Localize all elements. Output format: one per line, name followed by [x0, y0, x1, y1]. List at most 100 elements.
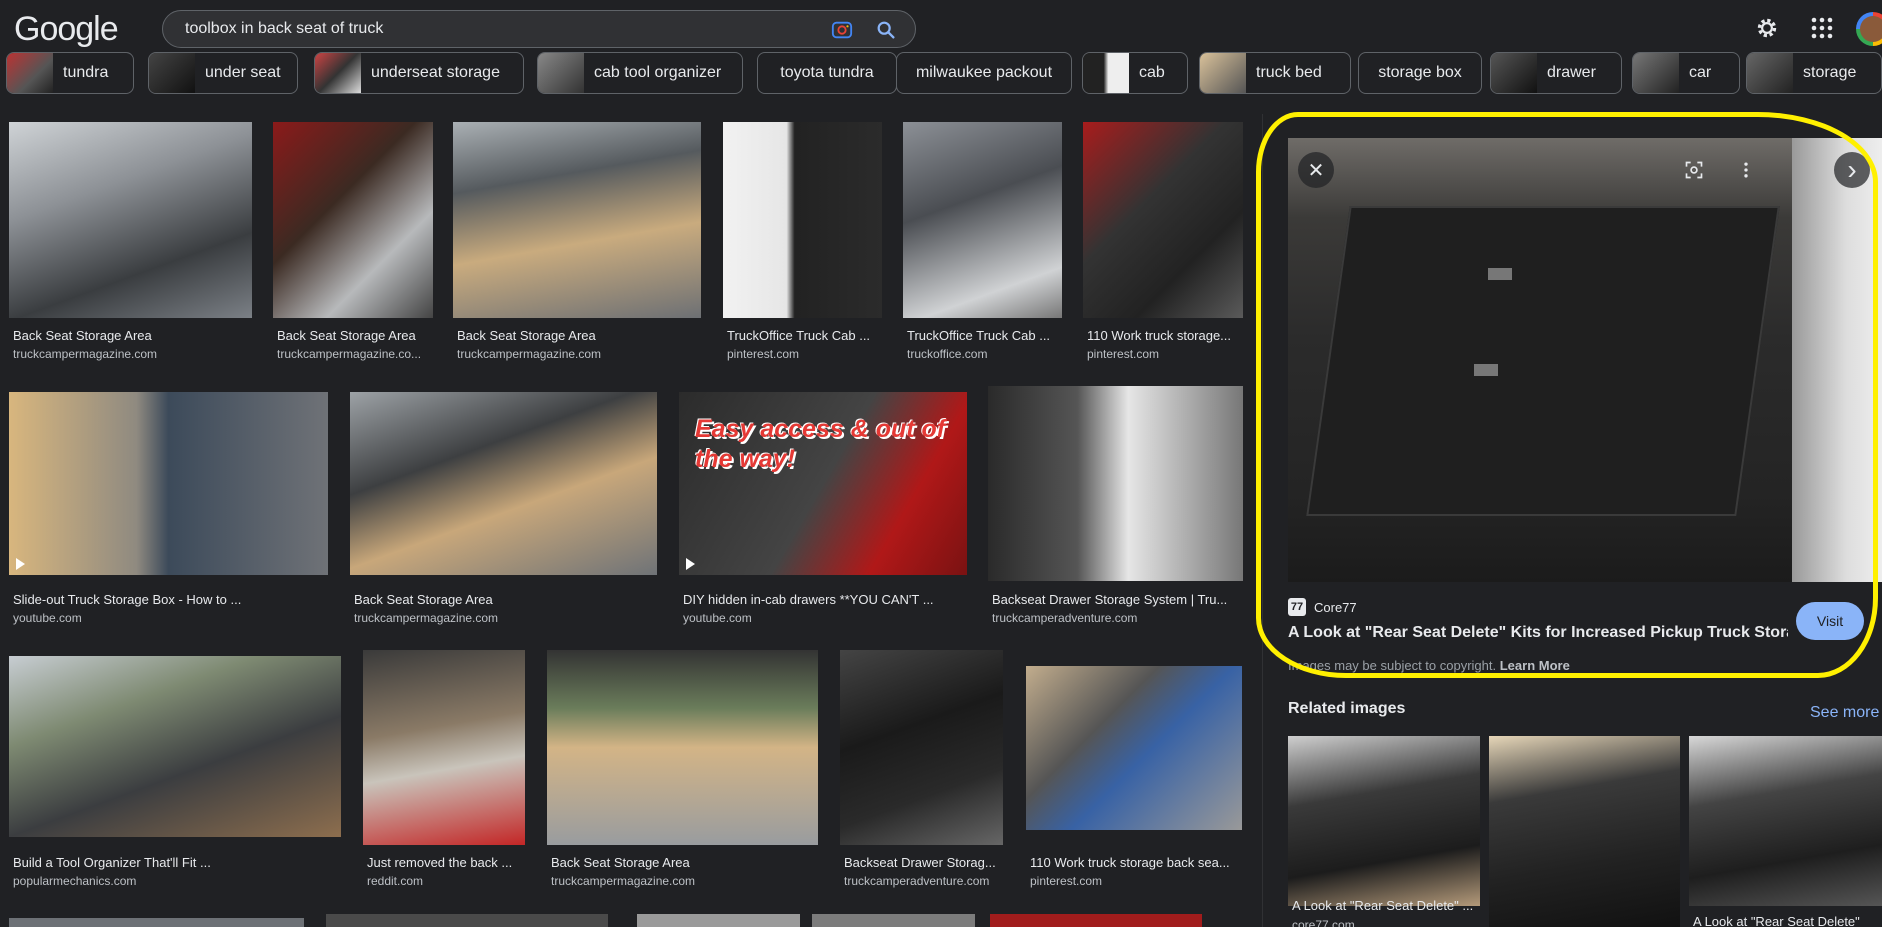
chip-drawer[interactable]: drawer [1490, 52, 1622, 94]
result-source[interactable]: reddit.com [367, 874, 525, 888]
next-image-button[interactable]: › [1834, 152, 1870, 188]
camera-lens-icon[interactable] [831, 19, 853, 41]
result-thumbnail[interactable] [988, 386, 1243, 581]
result-thumbnail[interactable] [363, 650, 525, 845]
related-image-source[interactable]: core77.com [1292, 918, 1355, 927]
chip-thumbnail [538, 53, 584, 93]
result-title[interactable]: Backseat Drawer Storag... [844, 855, 1003, 870]
result-source[interactable]: truckoffice.com [907, 347, 1062, 361]
result-title[interactable]: Backseat Drawer Storage System | Tru... [992, 592, 1243, 607]
search-box[interactable]: toolbox in back seat of truck [162, 10, 916, 48]
result-thumbnail[interactable] [9, 392, 328, 575]
result-title[interactable]: Slide-out Truck Storage Box - How to ... [13, 592, 328, 607]
chip-thumbnail [7, 53, 53, 93]
related-image[interactable] [1489, 736, 1680, 927]
apps-grid-icon[interactable] [1810, 16, 1834, 40]
result-thumbnail[interactable]: Easy access & out of the way! [679, 392, 967, 575]
avatar[interactable] [1856, 12, 1882, 46]
result-source[interactable]: truckcampermagazine.co... [277, 347, 437, 361]
result-title[interactable]: TruckOffice Truck Cab ... [907, 328, 1062, 343]
result-thumbnail[interactable] [9, 656, 341, 837]
chip-label: toyota tundra [780, 64, 874, 81]
result-thumbnail[interactable] [723, 122, 882, 318]
result-title[interactable]: Back Seat Storage Area [277, 328, 437, 343]
learn-more-link[interactable]: Learn More [1500, 658, 1570, 673]
result-thumbnail[interactable] [990, 914, 1202, 927]
result-thumbnail[interactable] [326, 914, 608, 927]
preview-image[interactable] [1288, 138, 1882, 582]
result-thumbnail[interactable] [9, 918, 304, 927]
result-title[interactable]: Just removed the back ... [367, 855, 525, 870]
result-source[interactable]: truckcampermagazine.com [551, 874, 818, 888]
search-input[interactable]: toolbox in back seat of truck [185, 20, 383, 38]
result-thumbnail[interactable] [1026, 666, 1242, 830]
result-thumbnail[interactable] [840, 650, 1003, 845]
result-thumbnail[interactable] [1083, 122, 1243, 318]
result-source[interactable]: truckcampermagazine.com [354, 611, 654, 625]
result-source[interactable]: truckcampermagazine.com [13, 347, 253, 361]
result-title[interactable]: Back Seat Storage Area [354, 592, 654, 607]
result-source[interactable]: truckcampermagazine.com [457, 347, 697, 361]
result-title[interactable]: 110 Work truck storage back sea... [1030, 855, 1242, 870]
result-title[interactable]: TruckOffice Truck Cab ... [727, 328, 882, 343]
result-thumbnail[interactable] [812, 914, 975, 927]
result-thumbnail[interactable] [273, 122, 433, 318]
result-title[interactable]: DIY hidden in-cab drawers **YOU CAN'T ..… [683, 592, 967, 607]
related-image-title[interactable]: A Look at "Rear Seat Delete" [1693, 914, 1882, 927]
result-thumbnail[interactable] [547, 650, 818, 845]
chip-label: underseat storage [371, 64, 500, 81]
chip-tundra[interactable]: tundra [6, 52, 134, 94]
result-thumbnail[interactable] [9, 122, 252, 318]
chip-label: car [1689, 64, 1712, 81]
see-more-link[interactable]: See more [1810, 704, 1879, 722]
chip-thumbnail [1633, 53, 1679, 93]
result-source[interactable]: truckcamperadventure.com [992, 611, 1243, 625]
chip-underseat-storage[interactable]: underseat storage [314, 52, 524, 94]
chip-truck-bed[interactable]: truck bed [1199, 52, 1351, 94]
chip-cab-tool-organizer[interactable]: cab tool organizer [537, 52, 743, 94]
result-thumbnail[interactable] [903, 122, 1062, 318]
chip-label: tundra [63, 64, 109, 81]
chip-toyota-tundra[interactable]: toyota tundra [757, 52, 897, 94]
result-title[interactable]: Build a Tool Organizer That'll Fit ... [13, 855, 341, 870]
google-logo[interactable]: Google [14, 10, 119, 49]
related-image[interactable] [1288, 736, 1480, 906]
result-source[interactable]: pinterest.com [1087, 347, 1243, 361]
chip-milwaukee-packout[interactable]: milwaukee packout [896, 52, 1072, 94]
chip-car[interactable]: car [1632, 52, 1740, 94]
result-source[interactable]: youtube.com [683, 611, 967, 625]
result-title[interactable]: Back Seat Storage Area [551, 855, 818, 870]
result-title[interactable]: Back Seat Storage Area [457, 328, 697, 343]
result-thumbnail[interactable] [350, 392, 657, 575]
related-image[interactable] [1689, 736, 1882, 906]
chip-label: storage box [1378, 64, 1462, 81]
copyright-notice: Images may be subject to copyright. Lear… [1288, 658, 1570, 673]
result-source[interactable]: pinterest.com [727, 347, 882, 361]
visit-button[interactable]: Visit [1796, 602, 1864, 640]
result-source[interactable]: youtube.com [13, 611, 328, 625]
chip-cab[interactable]: cab [1082, 52, 1188, 94]
result-title[interactable]: 110 Work truck storage... [1087, 328, 1243, 343]
related-image-title[interactable]: A Look at "Rear Seat Delete" ... [1292, 898, 1480, 913]
result-thumbnail[interactable] [453, 122, 701, 318]
more-options-icon[interactable] [1728, 152, 1764, 188]
gear-icon[interactable] [1754, 15, 1780, 41]
chip-thumbnail [1491, 53, 1537, 93]
chip-label: milwaukee packout [915, 64, 1053, 81]
chip-storage-box[interactable]: storage box [1358, 52, 1482, 94]
chip-thumbnail [1747, 53, 1793, 93]
preview-title[interactable]: A Look at "Rear Seat Delete" Kits for In… [1288, 624, 1788, 642]
chip-storage[interactable]: storage [1746, 52, 1882, 94]
result-title[interactable]: Back Seat Storage Area [13, 328, 253, 343]
chip-under-seat[interactable]: under seat [148, 52, 298, 94]
result-source[interactable]: truckcamperadventure.com [844, 874, 1003, 888]
header: Google toolbox in back seat of truck [0, 0, 1882, 60]
lens-search-icon[interactable] [1676, 152, 1712, 188]
result-thumbnail[interactable] [637, 914, 800, 927]
result-source[interactable]: popularmechanics.com [13, 874, 341, 888]
video-play-icon [16, 558, 25, 570]
preview-site[interactable]: 77 Core77 [1288, 598, 1357, 616]
search-icon[interactable] [875, 19, 897, 41]
result-source[interactable]: pinterest.com [1030, 874, 1242, 888]
close-preview-button[interactable]: ✕ [1298, 152, 1334, 188]
